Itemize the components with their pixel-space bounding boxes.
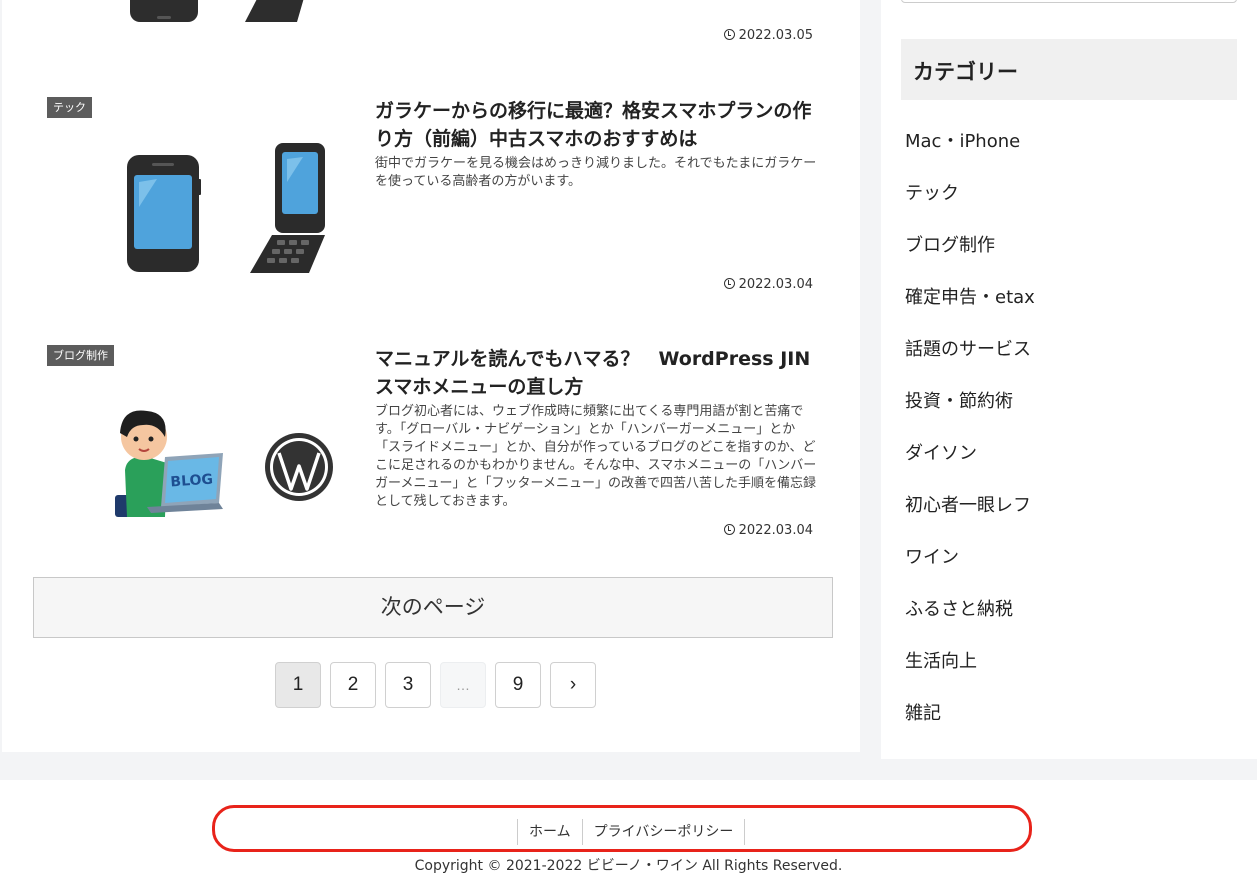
clock-icon [723, 524, 735, 535]
page-2-button[interactable]: 2 [330, 662, 376, 708]
category-list: Mac・iPhone テック ブログ制作 確定申告・etax 話題のサービス 投… [905, 126, 1035, 750]
category-link[interactable]: 話題のサービス [905, 334, 1035, 386]
page-ellipsis: … [440, 662, 486, 708]
next-page-button[interactable]: 次のページ [33, 577, 833, 638]
footer-link-home[interactable]: ホーム [518, 819, 583, 845]
category-link[interactable]: 投資・節約術 [905, 386, 1035, 438]
copyright-text: Copyright © 2021-2022 ビビーノ・ワイン All Right… [414, 858, 843, 874]
footer: ホーム プライバシーポリシー Copyright © 2021-2022 ビビー… [0, 780, 1257, 892]
article-date: 2022.03.05 [723, 28, 813, 43]
page-9-button[interactable]: 9 [495, 662, 541, 708]
category-tag[interactable]: ブログ制作 [47, 345, 114, 366]
article-thumbnail[interactable] [127, 0, 327, 25]
page-1-button[interactable]: 1 [275, 662, 321, 708]
category-heading: カテゴリー [901, 39, 1237, 100]
clock-icon [723, 278, 735, 289]
article-card[interactable]: ブログ制作 BLOG マニュアルを読んでもハマる？ WordPress JIN … [2, 345, 860, 565]
category-link[interactable]: ワイン [905, 542, 1035, 594]
category-link[interactable]: ダイソン [905, 438, 1035, 490]
article-title[interactable]: マニュアルを読んでもハマる？ WordPress JIN スマホメニューの直し方 [375, 345, 820, 401]
article-thumbnail[interactable]: ブログ制作 BLOG [47, 345, 337, 555]
category-link[interactable]: 初心者一眼レフ [905, 490, 1035, 542]
pagination: 1 2 3 … 9 › [275, 662, 596, 708]
category-link[interactable]: ブログ制作 [905, 230, 1035, 282]
page-3-button[interactable]: 3 [385, 662, 431, 708]
category-link[interactable]: ふるさと納税 [905, 594, 1035, 646]
category-link[interactable]: 確定申告・etax [905, 282, 1035, 334]
next-page-arrow-button[interactable]: › [550, 662, 596, 708]
article-title[interactable]: ガラケーからの移行に最適？格安スマホプランの作り方（前編）中古スマホのおすすめは [375, 97, 820, 153]
sidebar: カテゴリー Mac・iPhone テック ブログ制作 確定申告・etax 話題の… [881, 0, 1257, 759]
search-input[interactable] [901, 0, 1237, 3]
category-link[interactable]: 雑記 [905, 698, 1035, 750]
article-card[interactable]: 2022.03.05 [2, 0, 860, 60]
article-card[interactable]: テック ガラケーからの移行に最適？格安スマホプランの作り方（前編）中古スマホのお… [2, 97, 860, 317]
category-link[interactable]: テック [905, 178, 1035, 230]
article-excerpt: 街中でガラケーを見る機会はめっきり減りました。それでもたまにガラケーを使っている… [375, 156, 817, 189]
main-content: 2022.03.05 テック ガラケーからの移行に最適？格安スマホプランの作り方… [2, 0, 860, 752]
footer-nav: ホーム プライバシーポリシー [517, 819, 746, 845]
article-date: 2022.03.04 [723, 277, 813, 292]
footer-link-privacy-policy[interactable]: プライバシーポリシー [583, 819, 746, 845]
article-excerpt: ブログ初心者には、ウェブ作成時に頻繁に出てくる専門用語が割と苦痛です。「グローバ… [375, 404, 817, 509]
clock-icon [723, 29, 735, 40]
article-thumbnail[interactable]: テック [47, 97, 337, 307]
category-link[interactable]: 生活向上 [905, 646, 1035, 698]
category-link[interactable]: Mac・iPhone [905, 126, 1035, 178]
blog-screen-text: BLOG [170, 472, 214, 491]
category-tag[interactable]: テック [47, 97, 92, 118]
article-date: 2022.03.04 [723, 523, 813, 538]
